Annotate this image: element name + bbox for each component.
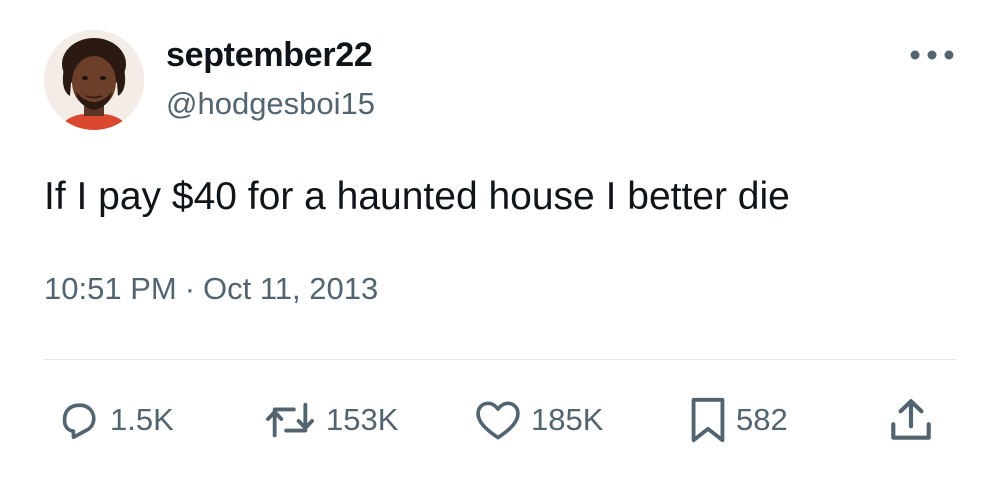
tweet-timestamp[interactable]: 10:51 PM · Oct 11, 2013	[44, 271, 378, 307]
avatar-image	[44, 30, 144, 130]
bookmark-count: 582	[736, 402, 788, 437]
reply-button[interactable]: 1.5K	[56, 392, 174, 448]
reply-count: 1.5K	[110, 402, 174, 437]
more-button[interactable]	[904, 40, 960, 70]
heart-icon	[473, 397, 523, 443]
avatar[interactable]	[44, 30, 144, 130]
like-button[interactable]: 185K	[473, 392, 603, 448]
user-handle[interactable]: @hodgesboi15	[166, 86, 375, 122]
display-name[interactable]: september22	[166, 36, 373, 75]
bookmark-button[interactable]: 582	[688, 392, 788, 448]
bookmark-icon	[688, 395, 728, 445]
more-horizontal-icon	[910, 50, 954, 60]
timestamp-separator: ·	[184, 271, 196, 306]
tweet-time: 10:51 PM	[44, 271, 177, 306]
share-icon	[886, 395, 936, 445]
tweet-card: september22 @hodgesboi15 If I pay $40 fo…	[0, 0, 1000, 478]
like-count: 185K	[531, 402, 604, 437]
tweet-text: If I pay $40 for a haunted house I bette…	[44, 175, 790, 218]
retweet-icon	[262, 397, 318, 443]
retweet-button[interactable]: 153K	[262, 392, 398, 448]
share-button[interactable]	[886, 392, 936, 448]
reply-icon	[56, 397, 102, 443]
action-bar: 1.5K 153K 185K 582	[0, 392, 1000, 448]
tweet-date: Oct 11, 2013	[203, 271, 379, 306]
retweet-count: 153K	[326, 402, 399, 437]
divider	[44, 359, 956, 360]
